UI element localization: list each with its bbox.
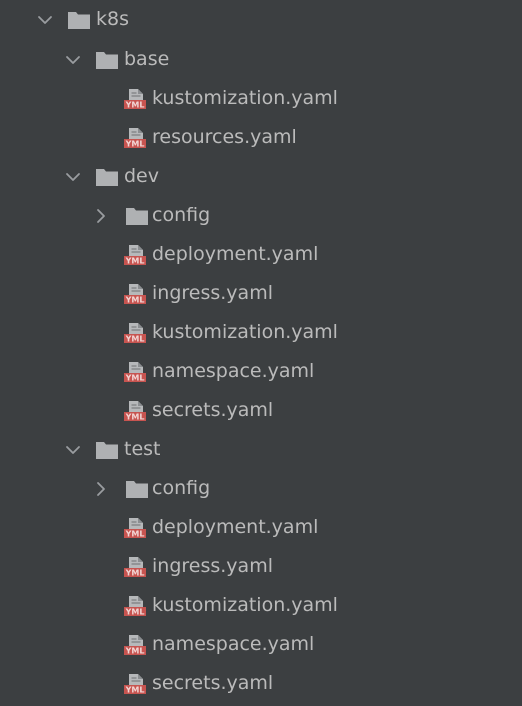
chevron-down-icon[interactable] <box>64 168 82 186</box>
folder-icon <box>125 478 149 500</box>
folder-base[interactable]: base <box>0 40 522 79</box>
folder-icon <box>95 166 119 188</box>
file-label: kustomization.yaml <box>152 593 338 616</box>
folder-icon <box>95 439 119 461</box>
file-label: secrets.yaml <box>152 398 274 421</box>
yaml-file-icon <box>123 595 147 617</box>
file-label: ingress.yaml <box>152 554 273 577</box>
file-row[interactable]: kustomization.yaml <box>0 79 522 118</box>
chevron-right-icon[interactable] <box>92 480 110 498</box>
folder-icon <box>125 205 149 227</box>
yaml-file-icon <box>123 283 147 305</box>
file-row[interactable]: resources.yaml <box>0 118 522 157</box>
file-label: kustomization.yaml <box>152 320 338 343</box>
chevron-right-icon[interactable] <box>92 207 110 225</box>
file-label: namespace.yaml <box>152 632 315 655</box>
file-row[interactable]: ingress.yaml <box>0 547 522 586</box>
yaml-file-icon <box>123 400 147 422</box>
yaml-file-icon <box>123 322 147 344</box>
folder-dev[interactable]: dev <box>0 157 522 196</box>
file-label: deployment.yaml <box>152 515 319 538</box>
file-label: deployment.yaml <box>152 242 319 265</box>
file-row[interactable]: deployment.yaml <box>0 508 522 547</box>
folder-label: k8s <box>96 7 129 30</box>
file-row[interactable]: namespace.yaml <box>0 352 522 391</box>
file-row[interactable]: secrets.yaml <box>0 664 522 703</box>
folder-label: config <box>152 203 211 226</box>
file-row[interactable]: deployment.yaml <box>0 235 522 274</box>
folder-label: base <box>124 47 170 70</box>
folder-label: test <box>124 437 161 460</box>
chevron-down-icon[interactable] <box>36 11 54 29</box>
folder-label: config <box>152 476 211 499</box>
yaml-file-icon <box>123 517 147 539</box>
yaml-file-icon <box>123 634 147 656</box>
folder-k8s[interactable]: k8s <box>0 0 522 39</box>
project-tree: k8s base kustomization.yaml resources.ya… <box>0 0 522 706</box>
file-label: resources.yaml <box>152 125 297 148</box>
file-label: kustomization.yaml <box>152 86 338 109</box>
file-row[interactable]: kustomization.yaml <box>0 313 522 352</box>
file-row[interactable]: secrets.yaml <box>0 391 522 430</box>
file-row[interactable]: kustomization.yaml <box>0 586 522 625</box>
yaml-file-icon <box>123 556 147 578</box>
folder-icon <box>95 49 119 71</box>
file-label: secrets.yaml <box>152 671 274 694</box>
chevron-down-icon[interactable] <box>64 441 82 459</box>
folder-icon <box>67 9 91 31</box>
file-label: ingress.yaml <box>152 281 273 304</box>
yaml-file-icon <box>123 244 147 266</box>
folder-test-config[interactable]: config <box>0 469 522 508</box>
folder-label: dev <box>124 164 159 187</box>
yaml-file-icon <box>123 127 147 149</box>
chevron-down-icon[interactable] <box>64 51 82 69</box>
folder-dev-config[interactable]: config <box>0 196 522 235</box>
yaml-file-icon <box>123 88 147 110</box>
file-label: namespace.yaml <box>152 359 315 382</box>
file-row[interactable]: ingress.yaml <box>0 274 522 313</box>
folder-test[interactable]: test <box>0 430 522 469</box>
yaml-file-icon <box>123 361 147 383</box>
file-row[interactable]: namespace.yaml <box>0 625 522 664</box>
yaml-file-icon <box>123 673 147 695</box>
